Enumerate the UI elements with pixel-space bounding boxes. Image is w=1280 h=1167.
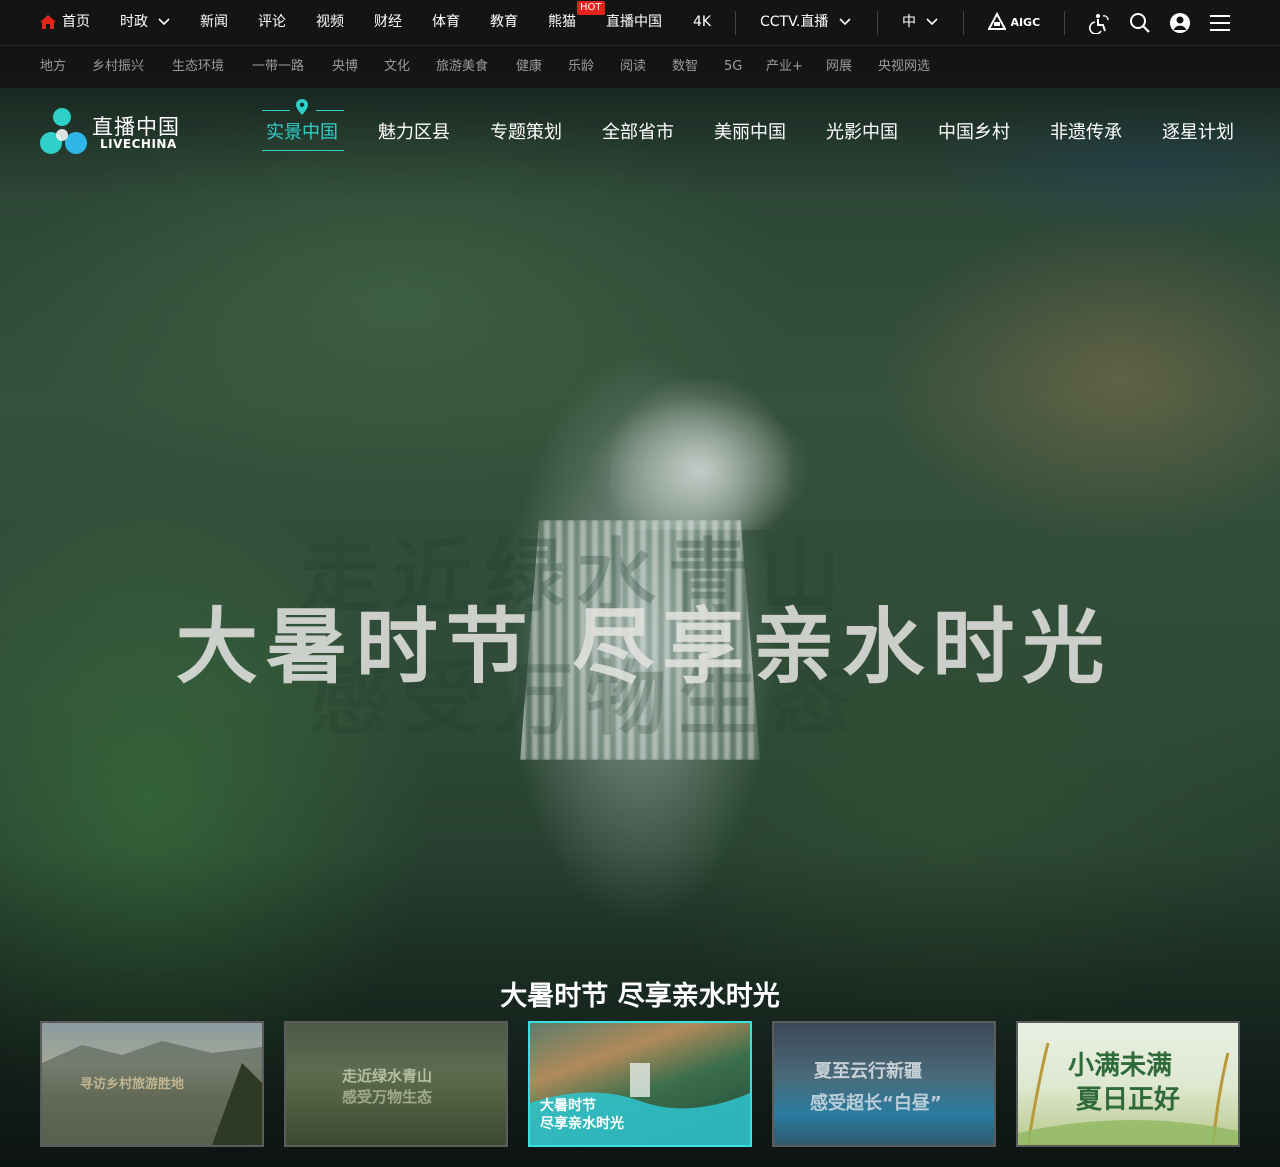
livechina-logo-mark (40, 108, 87, 154)
chevron-down-icon (926, 18, 939, 26)
language-selector[interactable]: 中 (902, 0, 939, 45)
divider (963, 11, 964, 35)
chevron-down-icon (158, 18, 171, 26)
tab-realscene-china[interactable]: 实景中国 (266, 119, 338, 147)
nav-4k[interactable]: 4K (693, 0, 711, 45)
subnav-item[interactable]: 一带一路 (252, 46, 304, 88)
nav-comment[interactable]: 评论 (258, 0, 286, 45)
nav-sports[interactable]: 体育 (432, 0, 460, 45)
slide-thumbnail[interactable]: 夏至云行新疆 感受超长“白昼” (772, 1021, 996, 1147)
active-indicator-line (316, 110, 344, 111)
nav-video[interactable]: 视频 (316, 0, 344, 45)
divider (1064, 11, 1065, 35)
slide-caption: 大暑时节 尽享亲水时光 (500, 981, 780, 1012)
thumbnail-subtitle: 尽享亲水时光 (540, 1116, 624, 1132)
thumbnail-subtitle: 感受万物生态 (342, 1088, 433, 1106)
top-navigation-bar: 首页 时政 新闻 评论 视频 财经 体育 教育 熊猫 HOT 直播中国 4K C… (0, 0, 1280, 46)
tab-light-shadow-china[interactable]: 光影中国 (826, 119, 898, 147)
subnav-item[interactable]: 文化 (384, 46, 410, 88)
nav-panda[interactable]: 熊猫 (548, 0, 576, 45)
tab-intangible-heritage[interactable]: 非遗传承 (1050, 119, 1122, 147)
tab-charm-counties[interactable]: 魅力区县 (378, 119, 450, 147)
thumbnail-title: 夏至云行新疆 (814, 1061, 922, 1082)
divider (877, 11, 878, 35)
accessibility-icon[interactable] (1089, 12, 1111, 34)
tab-all-provinces[interactable]: 全部省市 (602, 119, 674, 147)
tab-special-topics[interactable]: 专题策划 (490, 119, 562, 147)
subnav-item[interactable]: 网展 (826, 46, 852, 88)
nav-news[interactable]: 新闻 (200, 0, 228, 45)
subnav-item[interactable]: 产业+ (766, 46, 803, 88)
thumbnail-title: 走近绿水青山 (342, 1067, 433, 1085)
subnav-item[interactable]: 旅游美食 (436, 46, 488, 88)
thumbnail-subtitle: 夏日正好 (1076, 1085, 1181, 1115)
nav-home[interactable]: 首页 (62, 0, 90, 45)
nav-livechina[interactable]: 直播中国 (606, 0, 662, 45)
subnav-item[interactable]: 地方 (40, 46, 66, 88)
subnav-item[interactable]: 生态环境 (172, 46, 224, 88)
nav-education[interactable]: 教育 (490, 0, 518, 45)
logo-text-en: LIVECHINA (100, 137, 177, 151)
subnav-item[interactable]: 数智 (672, 46, 698, 88)
aigc-link[interactable]: AIGC (987, 0, 1040, 45)
subnav-item[interactable]: 5G (724, 46, 742, 88)
active-indicator-line (262, 110, 290, 111)
secondary-navigation-bar: 地方 乡村振兴 生态环境 一带一路 央博 文化 旅游美食 健康 乐龄 阅读 数智… (0, 46, 1280, 88)
subnav-item[interactable]: 阅读 (620, 46, 646, 88)
subnav-item[interactable]: 乡村振兴 (92, 46, 144, 88)
subnav-item[interactable]: 央视网选 (878, 46, 930, 88)
home-icon[interactable] (40, 15, 56, 29)
subnav-item[interactable]: 央博 (332, 46, 358, 88)
livechina-logo[interactable]: 直播中国 LIVECHINA (40, 107, 190, 157)
nav-shizheng[interactable]: 时政 (120, 0, 171, 45)
nav-finance[interactable]: 财经 (374, 0, 402, 45)
subnav-item[interactable]: 乐龄 (568, 46, 594, 88)
subnav-item[interactable]: 健康 (516, 46, 542, 88)
nav-cctv-live[interactable]: CCTV.直播 (760, 0, 851, 45)
divider (735, 11, 736, 35)
thumbnail-title: 大暑时节 (540, 1098, 596, 1114)
chevron-down-icon (839, 18, 851, 26)
slide-thumbnail[interactable]: 小满未满 夏日正好 (1016, 1021, 1240, 1147)
hot-badge: HOT (577, 1, 605, 15)
thumbnail-title: 小满未满 (1068, 1051, 1173, 1081)
slide-thumbnail[interactable]: 走近绿水青山 感受万物生态 (284, 1021, 508, 1147)
search-icon[interactable] (1129, 12, 1151, 34)
tab-star-chasing-plan[interactable]: 逐星计划 (1162, 119, 1234, 147)
slide-thumbnail-active[interactable]: 大暑时节 尽享亲水时光 (528, 1021, 752, 1147)
tab-china-countryside[interactable]: 中国乡村 (938, 119, 1010, 147)
menu-icon[interactable] (1209, 13, 1231, 33)
tab-beautiful-china[interactable]: 美丽中国 (714, 119, 786, 147)
active-tab-underline (262, 150, 344, 151)
thumbnail-subtitle: 感受超长“白昼” (810, 1093, 942, 1114)
thumbnail-title: 寻访乡村旅游胜地 (80, 1077, 185, 1092)
slide-thumbnail[interactable]: 寻访乡村旅游胜地 (40, 1021, 264, 1147)
hero-title: 大暑时节 尽享亲水时光 (175, 600, 1113, 695)
user-avatar-icon[interactable] (1169, 12, 1191, 34)
location-pin-icon (296, 99, 308, 115)
aigc-logo-icon (987, 11, 1007, 30)
